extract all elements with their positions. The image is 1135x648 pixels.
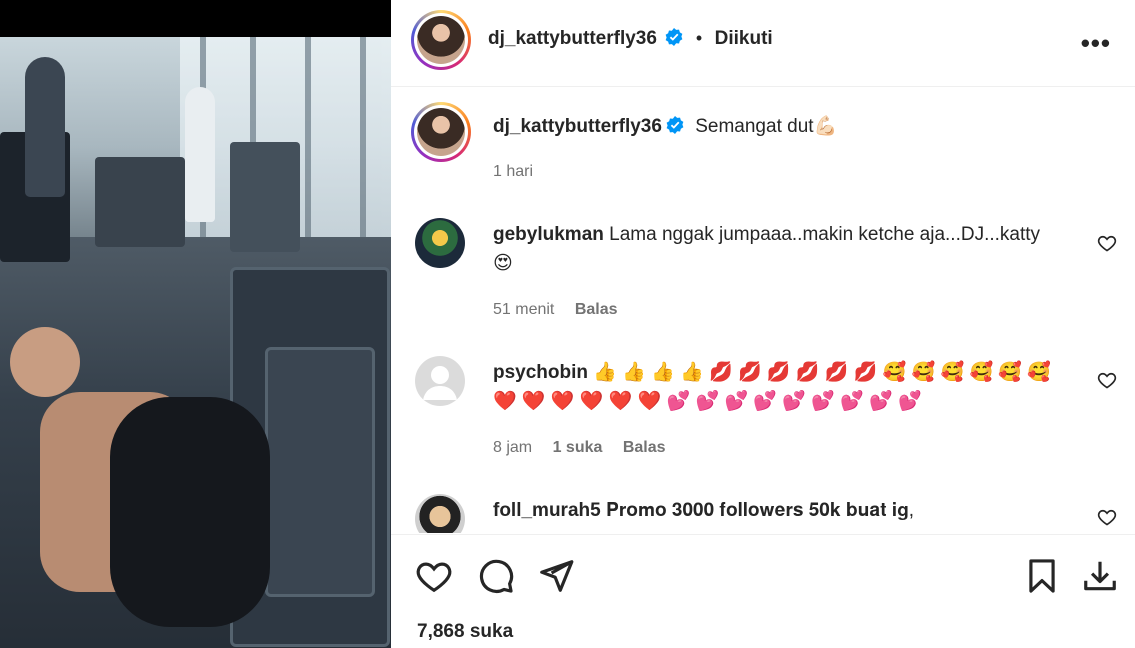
post-actions: 7,868 suka [391,534,1135,648]
comment-username[interactable]: psychobin [493,362,588,383]
comment-body-line2: 😍 [493,253,513,274]
comment-text: foll_murah5 𝐏𝐫𝐨𝐦𝐨 𝟑𝟎𝟎𝟎 𝐟𝐨𝐥𝐥𝐨𝐰𝐞𝐫𝐬 𝟓𝟎𝐤 𝐛𝐮𝐚… [493,496,1083,525]
download-icon[interactable] [1081,557,1119,595]
caption-username[interactable]: dj_kattybutterfly36 [493,116,662,137]
comment-time: 8 jam [493,439,533,456]
likes-count[interactable]: 7,868 suka [417,621,513,643]
comment-like-icon[interactable] [1097,507,1117,527]
caption-text: Semangat dut💪🏻 [695,116,838,137]
comment-body: 👍 👍 👍 👍 💋 💋 💋 💋 💋 💋 🥰 🥰 🥰 🥰 🥰 🥰 [593,362,1051,383]
following-button[interactable]: Diikuti [715,28,773,49]
bookmark-icon[interactable] [1023,557,1061,595]
comments-list[interactable]: dj_kattybutterfly36 Semangat dut💪🏻 1 har… [391,88,1135,533]
commenter-avatar[interactable] [415,356,465,406]
default-avatar-icon [423,366,457,400]
verified-badge-icon [666,28,683,46]
comment-meta: 51 menit Balas [493,301,634,319]
more-options-icon[interactable]: ••• [1081,28,1111,59]
post-side-panel: dj_kattybutterfly36 • Diikuti ••• dj_kat… [391,0,1135,648]
comment-like-icon[interactable] [1097,233,1117,253]
comment-text: gebylukman Lama nggak jumpaaa..makin ket… [493,220,1093,278]
author-avatar[interactable] [411,10,471,70]
commenter-avatar[interactable] [415,494,465,533]
comment-username[interactable]: foll_murah5 [493,500,601,521]
caption-avatar[interactable] [411,102,471,162]
gym-photo [0,37,391,648]
post-media[interactable] [0,0,391,648]
comment-username[interactable]: gebylukman [493,224,604,245]
post-header: dj_kattybutterfly36 • Diikuti ••• [391,0,1135,87]
comment-icon[interactable] [477,557,515,595]
verified-badge-icon [666,116,684,134]
caption: dj_kattybutterfly36 Semangat dut💪🏻 [493,112,837,141]
comment-text: psychobin 👍 👍 👍 👍 💋 💋 💋 💋 💋 💋 🥰 🥰 🥰 🥰 🥰 … [493,358,1083,416]
commenter-avatar[interactable] [415,218,465,268]
paper-plane-icon[interactable] [537,557,575,595]
comment-meta: 8 jam 1 suka Balas [493,439,682,457]
separator-dot: • [695,28,703,48]
comment-body: 𝐏𝐫𝐨𝐦𝐨 𝟑𝟎𝟎𝟎 𝐟𝐨𝐥𝐥𝐨𝐰𝐞𝐫𝐬 𝟓𝟎𝐤 𝐛𝐮𝐚𝐭 𝐢𝐠, [605,500,914,521]
heart-icon[interactable] [415,557,453,595]
comment-body-line2: ❤️ ❤️ ❤️ ❤️ ❤️ ❤️ 💕 💕 💕 💕 💕 💕 💕 💕 💕 [493,391,922,412]
reply-button[interactable]: Balas [575,301,618,318]
comment-body: Lama nggak jumpaaa..makin ketche aja...D… [609,224,1041,245]
caption-time: 1 hari [493,163,534,180]
comment-time: 51 menit [493,301,555,318]
caption-meta: 1 hari [493,163,549,181]
author-username[interactable]: dj_kattybutterfly36 [488,28,657,49]
comment-likes[interactable]: 1 suka [553,439,603,456]
comment-like-icon[interactable] [1097,370,1117,390]
reply-button[interactable]: Balas [623,439,666,456]
